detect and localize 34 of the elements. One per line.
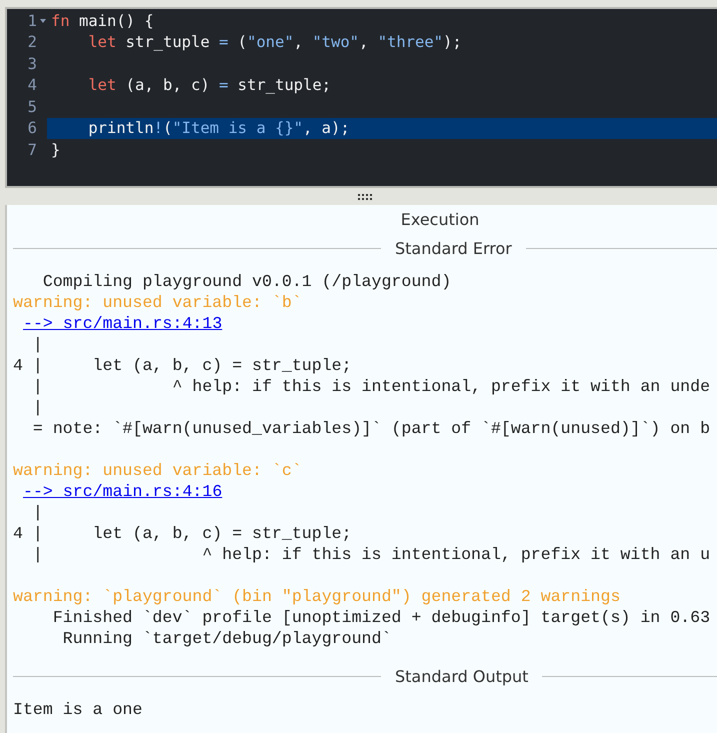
fold-arrow-icon[interactable] <box>39 18 47 24</box>
output-line: 4 | let (a, b, c) = str_tuple; <box>13 524 352 543</box>
line-number: 4 <box>28 76 37 94</box>
source-link[interactable]: --> src/main.rs:4:13 <box>23 314 222 333</box>
source-link[interactable]: --> src/main.rs:4:16 <box>23 482 222 501</box>
code-line: } <box>50 140 62 160</box>
warning-line: warning: `playground` (bin "playground") generated 2 warnings <box>13 587 620 606</box>
line-number: 1 <box>28 12 37 30</box>
output-line: 4 | let (a, b, c) = str_tuple; <box>13 356 352 375</box>
panel-title: Execution <box>400 210 480 229</box>
line-number: 6 <box>28 119 37 138</box>
output-line: Item is a one <box>13 700 142 719</box>
output-line: Running `target/debug/playground` <box>62 629 392 648</box>
code-editor[interactable]: 1 fn main() { 2 let str_tuple = ("one", "two", "three"); 3 4 let (a, b, c) = str_tuple; 5 6 println!("Item is a {}", a); 7 } <box>5 7 717 188</box>
code-line: fn main() { <box>50 10 155 32</box>
section-heading: Standard Error <box>395 238 512 258</box>
output-line: Compiling playground v0.0.1 (/playground) <box>42 272 452 291</box>
resize-handle-icon[interactable] <box>356 194 372 200</box>
code-line: let str_tuple = ("one", "two", "three"); <box>87 32 463 53</box>
output-line: | ^ help: if this is intentional, prefix it with an u <box>32 545 710 564</box>
output-line: | ^ help: if this is intentional, prefix it with an unde <box>32 377 710 396</box>
output-line: Finished `dev` profile [unoptimized + debuginfo] target(s) in 0.63 <box>52 608 710 627</box>
output-line: = note: `#[warn(unused_variables)]` (part of `#[warn(unused)]`) on b <box>32 419 710 438</box>
line-number: 2 <box>28 33 37 52</box>
warning-line: warning: unused variable: `b` <box>13 293 302 312</box>
line-number: 5 <box>28 98 37 116</box>
output-line: | <box>32 335 43 354</box>
output-line: | <box>32 503 43 522</box>
code-line: let (a, b, c) = str_tuple; <box>87 75 332 96</box>
line-number: 7 <box>28 140 37 159</box>
section-heading: Standard Output <box>395 666 528 686</box>
output-line: | <box>32 398 43 417</box>
warning-line: warning: unused variable: `c` <box>13 461 302 480</box>
line-number: 3 <box>28 54 37 73</box>
